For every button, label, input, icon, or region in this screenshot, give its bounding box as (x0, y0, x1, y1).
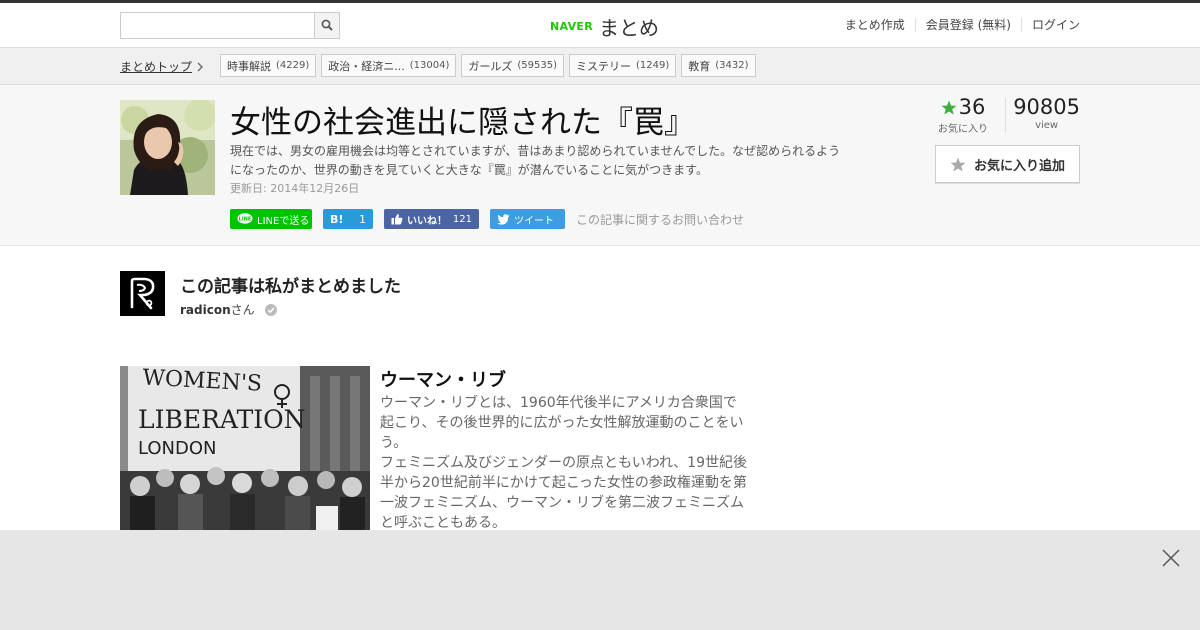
nav-login[interactable]: ログイン (1020, 18, 1080, 32)
category-count: (4229) (276, 60, 310, 71)
curator-username[interactable]: radicon (180, 303, 231, 317)
category-count: (13004) (409, 60, 450, 71)
facebook-like-label: いいね！ (407, 215, 447, 227)
facebook-like-button[interactable]: いいね！ 121 (384, 209, 479, 229)
top-nav: まとめ作成 会員登録 (無料) ログイン (835, 18, 1080, 32)
thumbs-up-icon (391, 213, 403, 225)
category-tag[interactable]: 政治・経済ニ... (13004) (321, 54, 457, 77)
category-label: ガールズ (468, 59, 513, 73)
top-header: NAVER まとめ まとめ作成 会員登録 (無料) ログイン (0, 0, 1200, 48)
banner-line-2: LIBERATION (138, 405, 306, 434)
search-button[interactable] (314, 13, 339, 38)
category-label: ミステリー (576, 59, 632, 73)
item-body: ウーマン・リブとは、1960年代後半にアメリカ合衆国で起こり、その後世界的に広が… (380, 393, 750, 533)
article-header: 女性の社会進出に隠された『罠』 現在では、男女の雇用機会は均等とされていますが、… (0, 85, 1200, 246)
line-share-label: LINEで送る (257, 215, 310, 227)
category-label: 教育 (688, 59, 711, 73)
view-count-label: view (1035, 120, 1059, 131)
naver-matome-logo[interactable]: NAVER まとめ (550, 12, 659, 40)
nav-register[interactable]: 会員登録 (無料) (914, 18, 1021, 32)
category-count: (59535) (517, 60, 558, 71)
curator-avatar[interactable] (120, 271, 165, 316)
hatena-bookmark-count: 1 (359, 212, 366, 226)
naver-logo-text: NAVER (550, 19, 593, 33)
matome-logo-text: まとめ (598, 15, 659, 40)
search-input[interactable] (121, 13, 315, 38)
category-tag[interactable]: 教育 (3432) (681, 54, 756, 77)
twitter-tweet-label: ツイート (514, 215, 554, 227)
close-icon[interactable] (1162, 549, 1180, 567)
view-count: 90805 view (1013, 95, 1080, 131)
curator-name: radicon さん (180, 301, 277, 318)
article-thumbnail (120, 100, 215, 195)
facebook-like-count: 121 (452, 213, 472, 225)
hatena-bookmark-button[interactable]: B! 1 (323, 209, 373, 229)
article-updated-date: 更新日: 2014年12月26日 (230, 182, 360, 195)
article-title: 女性の社会進出に隠された『罠』 (230, 105, 695, 141)
breadcrumb-top-link[interactable]: まとめトップ (120, 58, 192, 75)
favorite-count-number: 36 (958, 95, 986, 119)
chevron-right-icon (197, 62, 203, 72)
category-count: (3432) (715, 60, 749, 71)
category-bar: まとめトップ 時事解説 (4229) 政治・経済ニ... (13004) ガールズ (… (0, 48, 1200, 85)
category-label: 時事解説 (227, 59, 271, 73)
category-tag[interactable]: ミステリー (1249) (569, 54, 677, 77)
favorite-count: 36 お気に入り (936, 95, 990, 135)
curator-heading: この記事は私がまとめました (180, 277, 401, 297)
item-title: ウーマン・リブ (380, 370, 506, 391)
svg-text:LINE: LINE (239, 217, 252, 223)
favorite-count-label: お気に入り (938, 124, 988, 135)
stats-divider (1005, 98, 1006, 132)
category-tags: 時事解説 (4229) 政治・経済ニ... (13004) ガールズ (59535) … (220, 54, 761, 77)
twitter-bird-icon (497, 213, 510, 225)
curator-honorific: さん (230, 303, 255, 317)
add-favorite-button[interactable]: お気に入り追加 (935, 145, 1080, 183)
hatena-bookmark-icon: B! (330, 212, 344, 226)
search-icon (321, 19, 333, 31)
twitter-tweet-button[interactable]: ツイート (490, 209, 565, 229)
share-buttons: LINE LINEで送る B! 1 いいね！ 121 ツイート この記事に関する… (230, 209, 744, 229)
item-paragraph: ウーマン・リブとは、1960年代後半にアメリカ合衆国で起こり、その後世界的に広が… (380, 395, 744, 451)
line-share-button[interactable]: LINE LINEで送る (230, 209, 312, 229)
search-box (120, 12, 340, 39)
category-label: 政治・経済ニ... (328, 59, 405, 73)
banner-line-3: LONDON (138, 438, 217, 459)
line-icon: LINE (237, 213, 253, 225)
category-count: (1249) (636, 60, 670, 71)
item-photo: WOMEN'S LIBERATION LONDON (120, 366, 370, 536)
star-icon (941, 100, 957, 114)
category-tag[interactable]: ガールズ (59535) (461, 54, 565, 77)
breadcrumb[interactable]: まとめトップ (120, 58, 203, 75)
article-description: 現在では、男女の雇用機会は均等とされていますが、昔はあまり認められていませんでし… (230, 144, 841, 177)
bottom-ad-overlay (0, 530, 1200, 630)
nav-create-matome[interactable]: まとめ作成 (835, 18, 915, 32)
article-inquiry-link[interactable]: この記事に関するお問い合わせ (576, 211, 744, 228)
verified-check-icon (264, 303, 277, 316)
category-tag[interactable]: 時事解説 (4229) (220, 54, 317, 77)
star-icon (950, 157, 966, 171)
add-favorite-label: お気に入り追加 (973, 158, 1065, 174)
view-count-number: 90805 (1013, 95, 1080, 119)
item-paragraph: フェミニズム及びジェンダーの原点ともいわれ、19世紀後半から20世紀前半にかけて… (380, 455, 747, 531)
